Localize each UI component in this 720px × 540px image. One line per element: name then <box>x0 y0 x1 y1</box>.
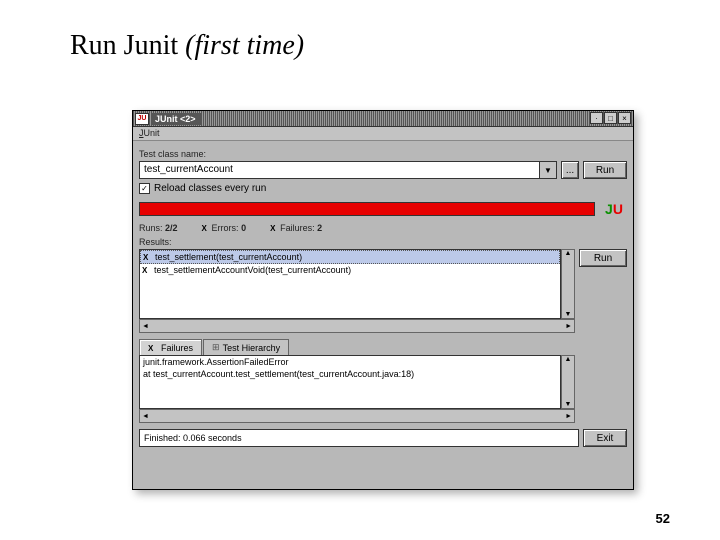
scroll-down-icon[interactable]: ▼ <box>565 401 572 408</box>
title-plain: Run Junit <box>70 30 185 61</box>
scroll-right-icon[interactable]: ► <box>565 413 572 420</box>
results-label: Results: <box>139 237 627 247</box>
scroll-up-icon[interactable]: ▲ <box>565 356 572 363</box>
browse-button[interactable]: ... <box>561 161 579 179</box>
maximize-button[interactable]: □ <box>604 112 617 124</box>
stack-trace-pane[interactable]: junit.framework.AssertionFailedError at … <box>139 355 561 409</box>
scroll-up-icon[interactable]: ▲ <box>565 250 572 257</box>
list-item[interactable]: X test_settlement(test_currentAccount) <box>140 250 560 264</box>
titlebar[interactable]: JU JUnit <2> · □ × <box>133 111 633 127</box>
title-italic: (first time) <box>185 30 304 61</box>
menubar[interactable]: JJUnitUnit <box>133 127 633 141</box>
progress-bar <box>139 202 595 216</box>
scroll-right-icon[interactable]: ► <box>565 323 572 330</box>
errors-stat: XErrors: 0 <box>202 223 247 233</box>
run-selected-button[interactable]: Run <box>579 249 627 267</box>
runs-stat: Runs: 2/2 <box>139 223 178 233</box>
vertical-scrollbar[interactable]: ▲ ▼ <box>561 249 575 319</box>
x-icon: X <box>142 266 150 274</box>
tab-failures[interactable]: X Failures <box>139 339 202 355</box>
horizontal-scrollbar[interactable]: ◄ ► <box>139 409 575 423</box>
junit-window: JU JUnit <2> · □ × JJUnitUnit Test class… <box>132 110 634 490</box>
page-number: 52 <box>656 511 670 526</box>
x-icon: X <box>143 253 151 261</box>
junit-logo-icon: JU <box>601 198 627 220</box>
reload-label: Reload classes every run <box>154 183 266 194</box>
tab-test-hierarchy[interactable]: ⊞ Test Hierarchy <box>203 339 289 355</box>
results-list[interactable]: X test_settlement(test_currentAccount) X… <box>139 249 561 319</box>
close-button[interactable]: × <box>618 112 631 124</box>
reload-checkbox[interactable]: ✓ <box>139 183 150 194</box>
window-title: JUnit <2> <box>152 113 202 125</box>
hierarchy-icon: ⊞ <box>212 342 220 353</box>
status-bar: Finished: 0.066 seconds <box>139 429 579 447</box>
trace-line: at test_currentAccount.test_settlement(t… <box>140 368 560 380</box>
run-button[interactable]: Run <box>583 161 627 179</box>
list-item[interactable]: X test_settlementAccountVoid(test_curren… <box>140 264 560 276</box>
menu-junit[interactable]: JJUnitUnit <box>139 128 160 138</box>
slide-title: Run Junit (first time) <box>70 30 304 62</box>
horizontal-scrollbar[interactable]: ◄ ► <box>139 319 575 333</box>
app-icon: JU <box>135 113 149 125</box>
scroll-left-icon[interactable]: ◄ <box>142 323 149 330</box>
test-class-name-label: Test class name: <box>139 149 627 159</box>
x-icon: X <box>270 224 278 232</box>
vertical-scrollbar[interactable]: ▲ ▼ <box>561 355 575 409</box>
tabs: X Failures ⊞ Test Hierarchy <box>139 339 627 355</box>
scroll-down-icon[interactable]: ▼ <box>565 311 572 318</box>
x-icon: X <box>202 224 210 232</box>
trace-line: junit.framework.AssertionFailedError <box>140 356 560 368</box>
exit-button[interactable]: Exit <box>583 429 627 447</box>
x-icon: X <box>148 344 156 352</box>
minimize-button[interactable]: · <box>590 112 603 124</box>
scroll-left-icon[interactable]: ◄ <box>142 413 149 420</box>
dropdown-arrow-icon[interactable]: ▼ <box>539 161 557 179</box>
failures-stat: XFailures: 2 <box>270 223 322 233</box>
test-class-input[interactable]: test_currentAccount <box>139 161 539 179</box>
